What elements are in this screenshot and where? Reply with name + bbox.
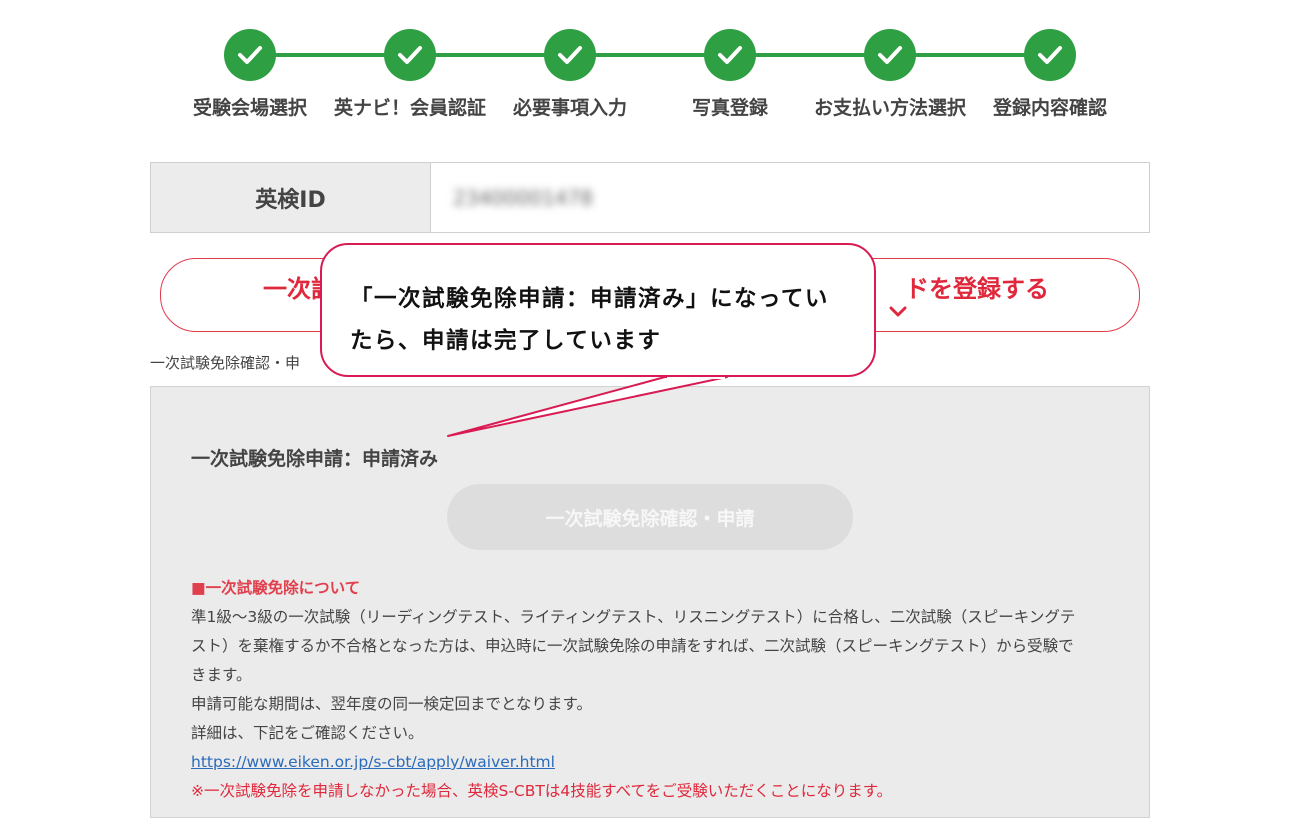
waiver-details-text: 詳細は、下記をご確認ください。 (191, 724, 424, 742)
waiver-info: ■一次試験免除について 準1級〜3級の一次試験（リーディングテスト、ライティング… (191, 574, 1111, 806)
waiver-paragraph-line: きます。 (191, 666, 252, 684)
waiver-caption: 一次試験免除確認・申 (150, 354, 301, 372)
callout-line-1: 「一次試験免除申請：申請済み」になってい (350, 286, 829, 312)
check-icon (384, 29, 436, 81)
step-required-info: 必要事項入力 (490, 29, 650, 120)
callout-bubble: 「一次試験免除申請：申請済み」になってい たら、申請は完了しています (320, 243, 876, 377)
waiver-note: ※一次試験免除を申請しなかった場合、英検S-CBTは4技能すべてをご受験いただく… (191, 782, 893, 800)
step-confirmation: 登録内容確認 (970, 29, 1130, 120)
step-photo-registration: 写真登録 (650, 29, 810, 120)
check-icon (864, 29, 916, 81)
chevron-down-icon (888, 298, 908, 322)
step-label: 英ナビ！会員認証 (333, 97, 486, 119)
eiken-id-table: 英検ID 23400001478 (150, 162, 1150, 233)
check-icon (224, 29, 276, 81)
callout-line-2: たら、申請は完了しています (350, 328, 662, 354)
step-venue-selection: 受験会場選択 (170, 29, 330, 120)
waiver-panel: 一次試験免除申請：申請済み 一次試験免除確認・申請 ■一次試験免除について 準1… (150, 386, 1150, 818)
waiver-heading: ■一次試験免除について (191, 579, 361, 597)
check-icon (1024, 29, 1076, 81)
step-label: 登録内容確認 (992, 97, 1107, 119)
step-member-auth: 英ナビ！会員認証 (330, 29, 490, 120)
waiver-status: 一次試験免除申請：申請済み (191, 448, 439, 470)
step-payment-method: お支払い方法選択 (810, 29, 970, 120)
waiver-paragraph-line: スト）を棄権するか不合格となった方は、申込時に一次試験免除の申請をすれば、二次試… (191, 637, 1074, 655)
waiver-link[interactable]: https://www.eiken.or.jp/s-cbt/apply/waiv… (191, 753, 555, 771)
step-label: 受験会場選択 (192, 97, 307, 119)
waiver-period-text: 申請可能な期間は、翌年度の同一検定回までとなります。 (191, 695, 592, 713)
step-label: お支払い方法選択 (813, 97, 966, 119)
waiver-paragraph-line: 準1級〜3級の一次試験（リーディングテスト、ライティングテスト、リスニングテスト… (191, 608, 1076, 626)
eiken-id-value: 23400001478 (453, 185, 593, 210)
step-label: 写真登録 (691, 97, 768, 119)
progress-stepper: 受験会場選択 英ナビ！会員認証 必要事項入力 写真登録 お支払い方法選択 登録内… (0, 0, 1300, 140)
check-icon (544, 29, 596, 81)
register-label-right: ドを登録する (905, 274, 1049, 303)
waiver-confirm-button[interactable]: 一次試験免除確認・申請 (447, 484, 853, 550)
check-icon (704, 29, 756, 81)
eiken-id-label: 英検ID (151, 163, 431, 232)
step-label: 必要事項入力 (512, 97, 627, 119)
